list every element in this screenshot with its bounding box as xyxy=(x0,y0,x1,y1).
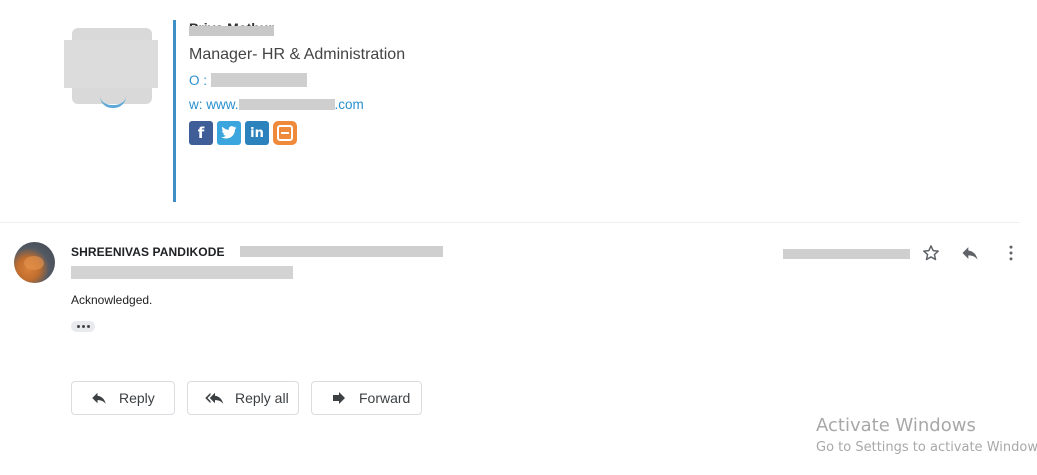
recipient-line-redacted[interactable] xyxy=(71,266,293,279)
sender-email-redacted xyxy=(240,246,443,257)
reply-icon xyxy=(89,388,109,408)
sender-avatar[interactable] xyxy=(14,242,55,283)
star-icon[interactable] xyxy=(919,241,943,265)
signature-social-links: f in xyxy=(189,121,297,145)
activate-windows-watermark-title: Activate Windows xyxy=(816,415,976,436)
forward-icon xyxy=(329,388,349,408)
forward-button[interactable]: Forward xyxy=(311,381,422,415)
reply-all-button-label: Reply all xyxy=(235,390,289,406)
message-body: Acknowledged. xyxy=(71,293,153,307)
signature-photo xyxy=(64,22,158,108)
blogger-icon[interactable] xyxy=(273,121,297,145)
sender-name[interactable]: SHREENIVAS PANDIKODE xyxy=(71,245,225,259)
linkedin-icon[interactable]: in xyxy=(245,121,269,145)
reply-all-button[interactable]: Reply all xyxy=(187,381,299,415)
more-vertical-icon[interactable] xyxy=(999,241,1023,265)
thread-separator xyxy=(0,222,1020,223)
twitter-icon[interactable] xyxy=(217,121,241,145)
redaction-bar xyxy=(189,26,274,36)
redaction-bar xyxy=(238,99,335,110)
signature-website-link[interactable]: w: www. .com xyxy=(189,97,364,112)
reply-icon[interactable] xyxy=(958,241,982,265)
show-trimmed-content-button[interactable] xyxy=(71,321,95,332)
reply-button-label: Reply xyxy=(119,390,155,406)
signature-divider xyxy=(173,20,176,202)
reply-button[interactable]: Reply xyxy=(71,381,175,415)
activate-windows-watermark-subtitle: Go to Settings to activate Windows. xyxy=(816,440,1037,455)
signature-title: Manager- HR & Administration xyxy=(189,46,406,63)
redaction-bar xyxy=(211,73,308,87)
message-date-redacted xyxy=(783,249,910,259)
signature-name: Priya Mathur xyxy=(189,22,274,36)
facebook-icon[interactable]: f xyxy=(189,121,213,145)
reply-all-icon xyxy=(205,388,225,408)
signature-office-phone: O : xyxy=(189,73,308,88)
email-thread-view: Priya Mathur Manager- HR & Administratio… xyxy=(0,0,1037,475)
forward-button-label: Forward xyxy=(359,390,411,406)
